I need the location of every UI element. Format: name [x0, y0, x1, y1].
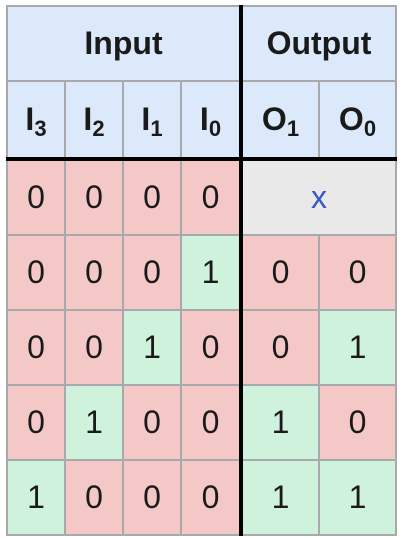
column-header-i2: I2: [64, 80, 124, 161]
column-header-o1: O1: [239, 80, 320, 161]
table-row: 0 1 0 0 1 0: [6, 384, 397, 461]
table-row: 0 0 1 0 0 1: [6, 309, 397, 386]
truth-table-container: Input Output I3 I2 I1 I0 O1 O0 0 0 0 0 x…: [6, 5, 397, 536]
input-cell: 0: [64, 309, 124, 386]
input-cell: 1: [180, 234, 242, 311]
table-row: 0 0 0 0 x: [6, 158, 397, 236]
input-cell: 0: [64, 459, 124, 536]
input-cell: 0: [6, 384, 66, 461]
output-cell: 0: [318, 384, 397, 461]
input-cell: 0: [180, 309, 242, 386]
input-cell: 1: [6, 459, 66, 536]
input-cell: 0: [122, 158, 182, 236]
column-header-i3: I3: [6, 80, 66, 161]
input-cell: 0: [180, 158, 242, 236]
column-header-i1: I1: [122, 80, 182, 161]
input-cell: 0: [64, 234, 124, 311]
input-group-header: Input: [6, 5, 242, 82]
output-cell: 1: [239, 384, 320, 461]
input-cell: 0: [6, 158, 66, 236]
output-group-header: Output: [239, 5, 397, 82]
output-cell: 0: [239, 234, 320, 311]
column-header-o0: O0: [318, 80, 397, 161]
input-cell: 1: [64, 384, 124, 461]
input-cell: 0: [122, 459, 182, 536]
input-cell: 0: [180, 459, 242, 536]
input-cell: 0: [180, 384, 242, 461]
table-row: 1 0 0 0 1 1: [6, 459, 397, 536]
input-cell: 0: [6, 234, 66, 311]
input-cell: 0: [122, 234, 182, 311]
input-cell: 0: [122, 384, 182, 461]
input-cell: 0: [6, 309, 66, 386]
table-row: 0 0 0 1 0 0: [6, 234, 397, 311]
dont-care-cell: x: [239, 158, 397, 236]
truth-table: Input Output I3 I2 I1 I0 O1 O0 0 0 0 0 x…: [6, 5, 397, 536]
input-cell: 1: [122, 309, 182, 386]
output-cell: 0: [318, 234, 397, 311]
output-cell: 0: [239, 309, 320, 386]
output-cell: 1: [318, 309, 397, 386]
input-cell: 0: [64, 158, 124, 236]
output-cell: 1: [239, 459, 320, 536]
output-cell: 1: [318, 459, 397, 536]
column-header-i0: I0: [180, 80, 242, 161]
